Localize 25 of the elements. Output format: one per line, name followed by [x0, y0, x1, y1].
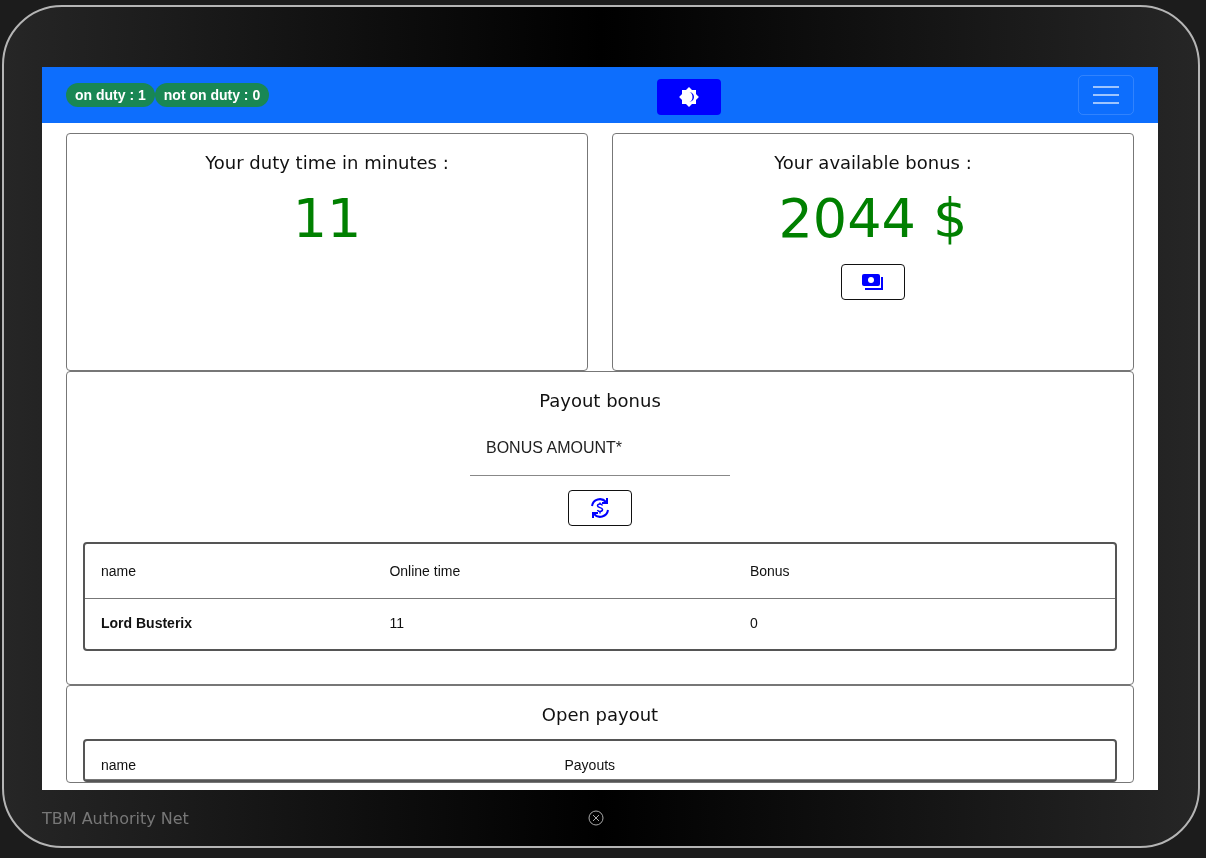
payout-button[interactable] [568, 490, 632, 526]
card-title: Open payout [541, 704, 659, 725]
footer-title: TBM Authority Net [42, 808, 189, 828]
card-title: Your available bonus : [774, 152, 972, 173]
currency-exchange-icon [588, 496, 612, 520]
status-badge: on duty : 1 [66, 83, 155, 107]
cash-icon [861, 273, 885, 291]
menu-button[interactable] [1078, 75, 1134, 115]
column-header: name [85, 544, 374, 599]
duty-minutes: 11 [292, 187, 362, 250]
table-cell-text: 0 [748, 614, 759, 633]
table-cell-text: Lord Busterix [100, 614, 193, 633]
status-badge: not on duty : 0 [154, 83, 270, 107]
column-header: Bonus [733, 544, 1115, 599]
column-header: name [85, 741, 549, 780]
close-icon[interactable] [588, 810, 604, 826]
theme-toggle-button[interactable] [657, 79, 721, 115]
cash-button[interactable] [841, 264, 905, 300]
card-title: Payout bonus [539, 390, 661, 411]
menu-icon [1093, 85, 1119, 105]
card-title: Your duty time in minutes : [205, 152, 449, 173]
table-cell-text: 11 [388, 614, 405, 633]
column-header: Payouts [548, 741, 1115, 780]
bonus-amount: 2044 $ [778, 187, 968, 250]
column-header: Online time [373, 544, 734, 599]
